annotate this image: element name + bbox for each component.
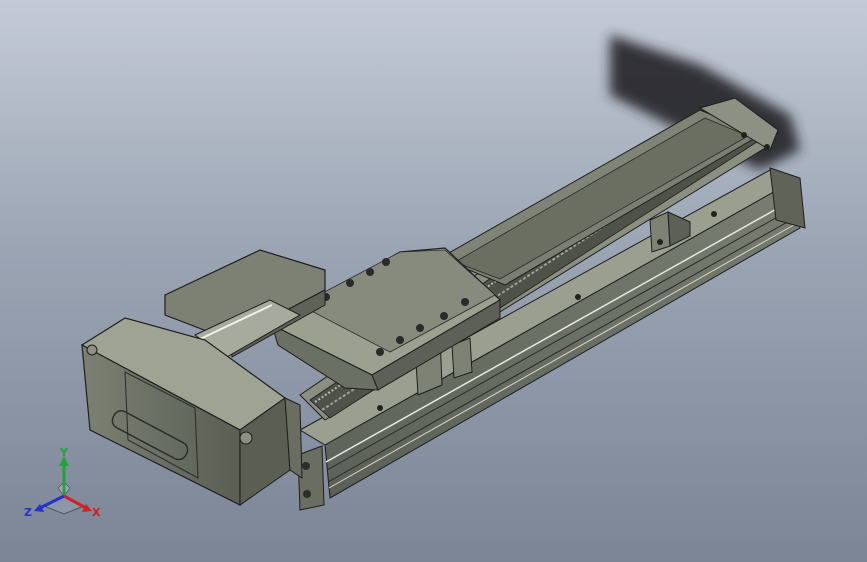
orientation-triad[interactable]: Y X Z <box>22 446 106 528</box>
x-axis-label: X <box>92 506 101 519</box>
y-axis-label: Y <box>59 448 69 459</box>
z-axis-label: Z <box>24 506 32 519</box>
servo-motor[interactable] <box>80 317 303 506</box>
3d-model-viewport[interactable]: Y X Z <box>0 0 867 562</box>
linear-actuator-model[interactable] <box>0 0 867 562</box>
